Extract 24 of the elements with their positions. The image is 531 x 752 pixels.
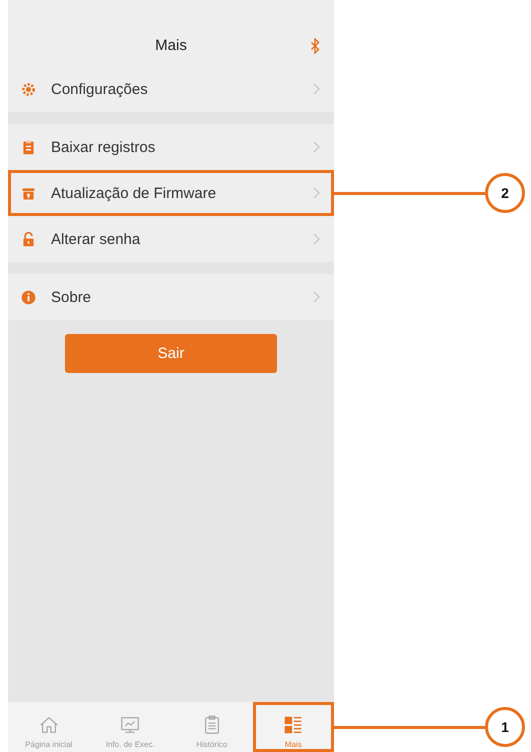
callout-number: 2 xyxy=(485,173,525,213)
callout-number: 1 xyxy=(485,707,525,747)
chevron-right-icon xyxy=(313,83,320,95)
menu-item[interactable]: Atualização de Firmware xyxy=(8,170,334,216)
chevron-right-icon xyxy=(313,291,320,303)
menu-item-label: Sobre xyxy=(51,288,92,306)
chevron-right-icon xyxy=(313,141,320,153)
menu-item-label: Configurações xyxy=(51,80,149,98)
list-icon xyxy=(282,714,304,736)
home-icon xyxy=(38,714,60,736)
chevron-right-icon xyxy=(313,187,320,199)
monitor-chart-icon xyxy=(119,714,142,736)
gear-icon xyxy=(20,80,37,98)
menu-item-label: Baixar registros xyxy=(51,138,156,156)
menu-item-label: Alterar senha xyxy=(51,230,142,248)
menu-item[interactable]: Baixar registros xyxy=(8,124,334,170)
menu-item[interactable]: Configurações xyxy=(8,66,334,112)
info-icon xyxy=(20,288,37,306)
screen-title: Mais xyxy=(155,37,187,54)
menu-item[interactable]: Alterar senha xyxy=(8,216,334,262)
chevron-right-icon xyxy=(313,233,320,245)
menu-item[interactable]: Sobre xyxy=(8,274,334,320)
bluetooth-icon xyxy=(310,38,320,54)
menu-item-label: Atualização de Firmware xyxy=(51,184,218,202)
